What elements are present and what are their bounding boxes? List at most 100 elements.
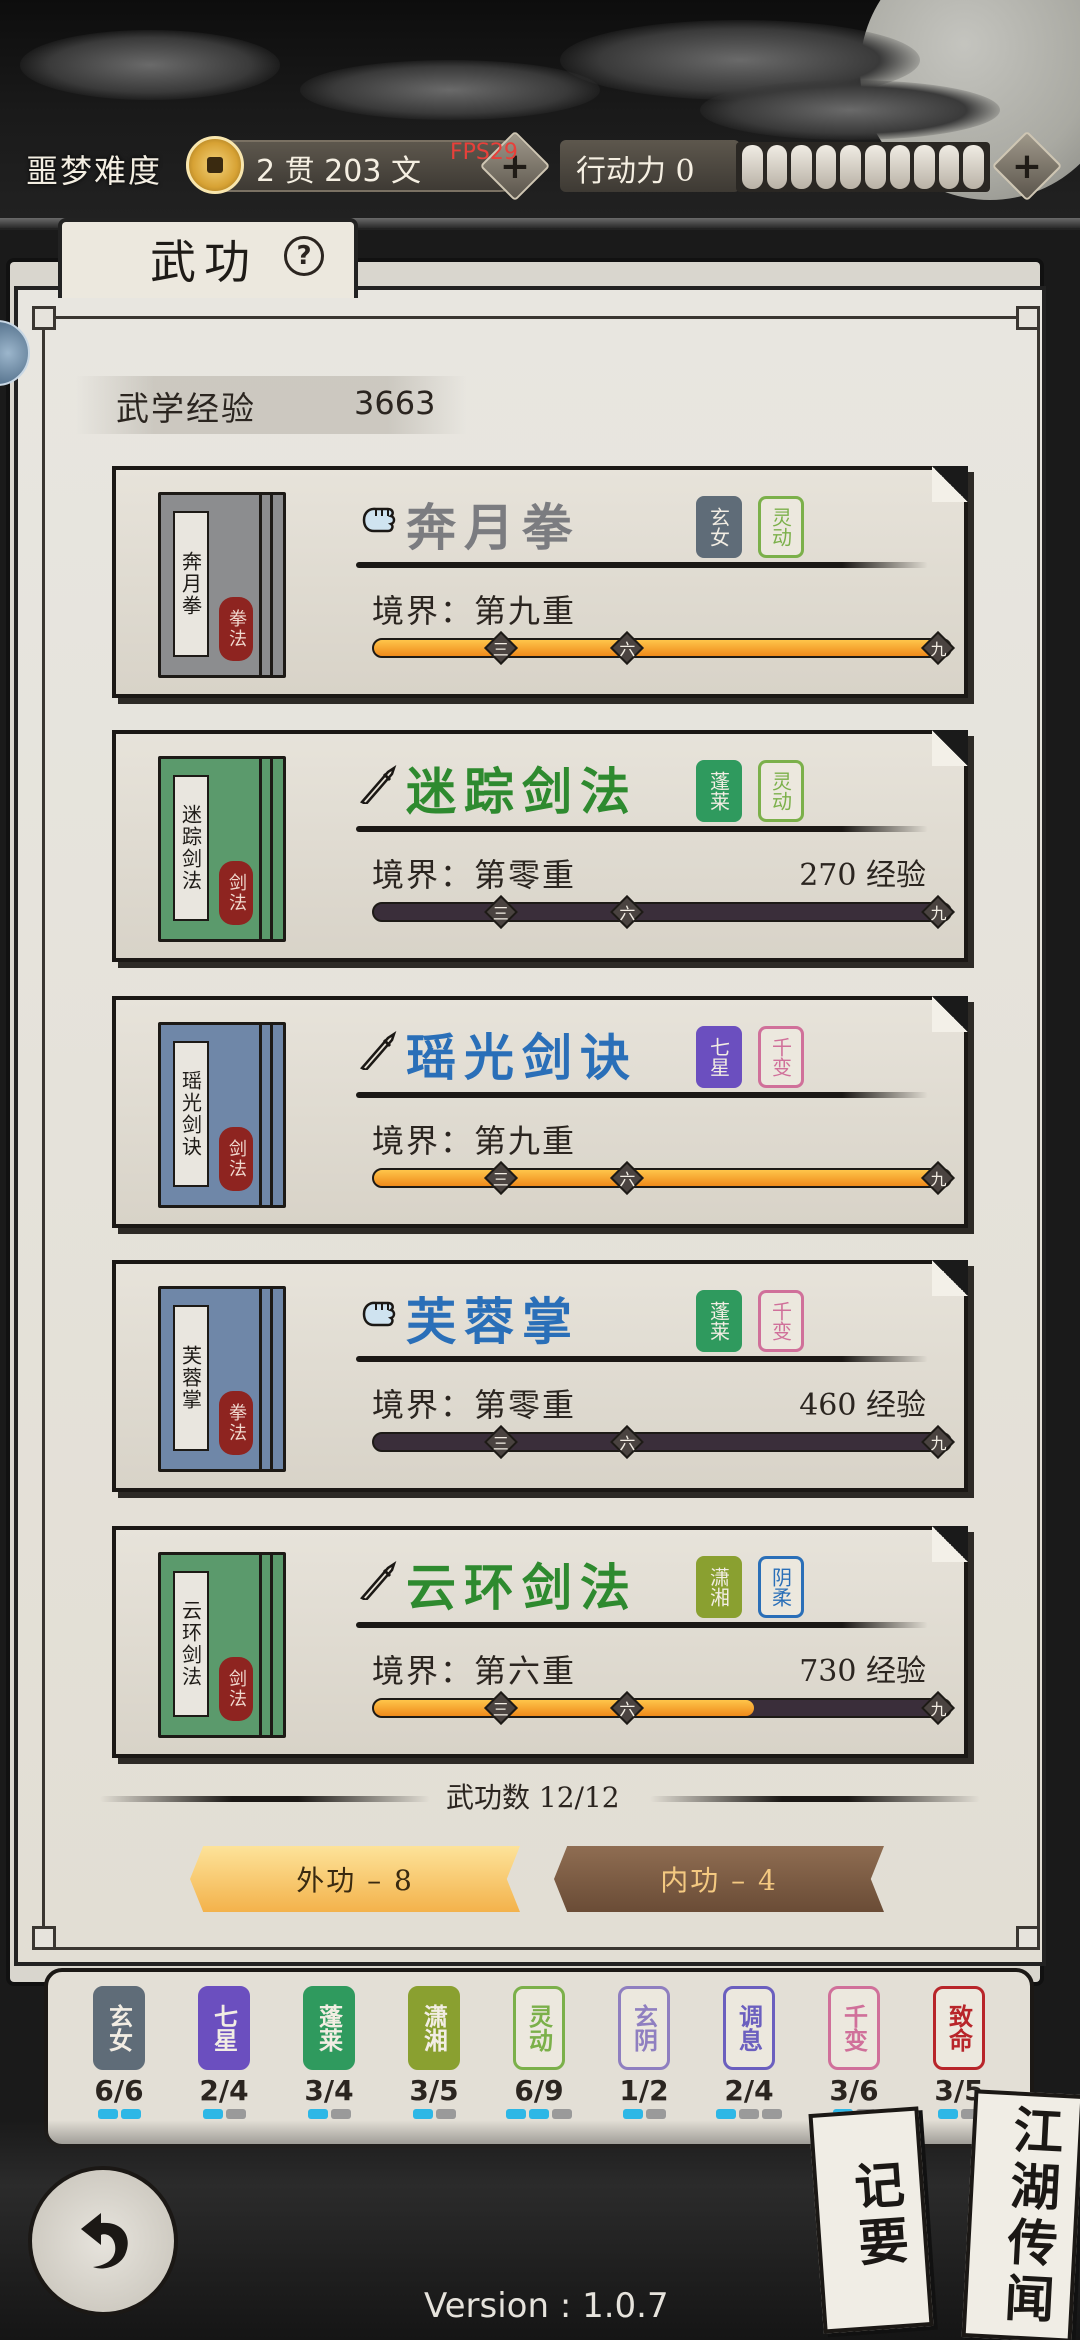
- trait-tag: 蓬莱: [696, 1290, 742, 1352]
- skill-name: 迷踪剑法: [406, 762, 638, 821]
- progress-fill: [374, 640, 950, 656]
- trait-icon: 致命: [933, 1986, 985, 2070]
- skill-count: 武功数 12/12: [446, 1781, 620, 1814]
- trait-dots: [179, 2109, 269, 2119]
- realm-level: 境界：第九重: [372, 1122, 577, 1160]
- trait-tag: 灵动: [758, 496, 804, 558]
- exp-required: 460 经验: [799, 1388, 926, 1423]
- trait-badge[interactable]: 灵动 6/9: [494, 1986, 584, 2136]
- sword-icon: [358, 1030, 398, 1072]
- skill-book-icon: 芙蓉掌 拳法: [158, 1286, 286, 1472]
- progress-marker: 九: [924, 634, 952, 662]
- book-title: 云环剑法: [178, 1600, 203, 1688]
- money-value: 2 贯 203 文: [256, 154, 421, 189]
- trait-dots: [599, 2109, 689, 2119]
- trait-badge[interactable]: 潇湘 3/5: [389, 1986, 479, 2136]
- trait-icon: 玄女: [93, 1986, 145, 2070]
- book-type-stamp: 剑法: [219, 861, 253, 925]
- progress-marker: 六: [613, 898, 641, 926]
- skill-name: 云环剑法: [406, 1558, 638, 1617]
- skill-book-icon: 迷踪剑法 剑法: [158, 756, 286, 942]
- progress-marker: 九: [924, 898, 952, 926]
- skill-card[interactable]: 奔月拳 拳法 奔月拳 玄女 灵动 境界：第九重 三六九: [112, 466, 968, 698]
- realm-progress-bar: 三六九: [372, 902, 952, 923]
- trait-badge[interactable]: 七星 2/4: [179, 1986, 269, 2136]
- skill-name: 瑶光剑诀: [406, 1028, 638, 1087]
- trait-icon: 七星: [198, 1986, 250, 2070]
- trait-badge[interactable]: 调息 2/4: [704, 1986, 794, 2136]
- trait-icon: 玄阴: [618, 1986, 670, 2070]
- skill-card[interactable]: 瑶光剑诀 剑法 瑶光剑诀 七星 千变 境界：第九重 三六九: [112, 996, 968, 1228]
- cloud-decoration: [300, 60, 600, 120]
- trait-tag: 灵动: [758, 760, 804, 822]
- trait-value: 1/2: [619, 2074, 669, 2107]
- skill-book-icon: 奔月拳 拳法: [158, 492, 286, 678]
- trait-value: 3/5: [409, 2074, 459, 2107]
- progress-marker: 九: [924, 1428, 952, 1456]
- notes-label: 记要: [844, 2157, 912, 2274]
- trait-tag: 玄女: [696, 496, 742, 558]
- help-icon[interactable]: ?: [284, 236, 324, 276]
- book-type-stamp: 拳法: [219, 597, 253, 661]
- sword-icon: [358, 764, 398, 806]
- book-title: 迷踪剑法: [178, 804, 203, 892]
- realm-progress-bar: 三六九: [372, 638, 952, 659]
- rumors-label: 江湖传闻: [995, 2103, 1066, 2330]
- skill-book-icon: 云环剑法 剑法: [158, 1552, 286, 1738]
- divider-line: [650, 1796, 980, 1802]
- skill-card[interactable]: 迷踪剑法 剑法 迷踪剑法 蓬莱 灵动 境界：第零重 270 经验 三六九: [112, 730, 968, 962]
- name-underline: [356, 1092, 928, 1098]
- tab-outer-skills[interactable]: 外功 – 8: [190, 1846, 520, 1912]
- skill-book-icon: 瑶光剑诀 剑法: [158, 1022, 286, 1208]
- progress-marker: 九: [924, 1694, 952, 1722]
- trait-icon: 潇湘: [408, 1986, 460, 2070]
- frame-corner: [1016, 1926, 1040, 1950]
- trait-tag: 千变: [758, 1026, 804, 1088]
- trait-tag: 蓬莱: [696, 760, 742, 822]
- frame-corner: [32, 306, 56, 330]
- trait-tag: 潇湘: [696, 1556, 742, 1618]
- trait-badge[interactable]: 玄女 6/6: [74, 1986, 164, 2136]
- skill-name: 芙蓉掌: [406, 1292, 580, 1351]
- name-underline: [356, 562, 928, 568]
- skill-card[interactable]: 云环剑法 剑法 云环剑法 潇湘 阴柔 境界：第六重 730 经验 三六九: [112, 1526, 968, 1758]
- skill-card[interactable]: 芙蓉掌 拳法 芙蓉掌 蓬莱 千变 境界：第零重 460 经验 三六九: [112, 1260, 968, 1492]
- progress-marker: 三: [487, 1694, 515, 1722]
- book-type-stamp: 剑法: [219, 1127, 253, 1191]
- page-title: 武功: [150, 235, 258, 289]
- trait-icon: 灵动: [513, 1986, 565, 2070]
- tab-inner-skills[interactable]: 内功 – 4: [554, 1846, 884, 1912]
- difficulty-label: 噩梦难度: [26, 152, 163, 190]
- exp-required: 730 经验: [799, 1654, 926, 1689]
- book-title: 芙蓉掌: [178, 1345, 203, 1411]
- progress-marker: 六: [613, 1694, 641, 1722]
- coin-icon: [186, 136, 244, 194]
- skill-name: 奔月拳: [406, 498, 580, 557]
- name-underline: [356, 826, 928, 832]
- fps-counter: FPS29: [450, 140, 518, 165]
- trait-icon: 蓬莱: [303, 1986, 355, 2070]
- realm-level: 境界：第六重: [372, 1652, 577, 1690]
- book-title: 瑶光剑诀: [178, 1070, 203, 1158]
- fist-icon: [358, 500, 398, 540]
- trait-value: 3/6: [829, 2074, 879, 2107]
- trait-icon: 调息: [723, 1986, 775, 2070]
- back-button[interactable]: [28, 2166, 178, 2316]
- add-action-points-button[interactable]: +: [991, 130, 1063, 202]
- frame-corner: [32, 1926, 56, 1950]
- trait-value: 2/4: [199, 2074, 249, 2107]
- notes-button[interactable]: 记要: [808, 2106, 934, 2334]
- realm-progress-bar: 三六九: [372, 1432, 952, 1453]
- trait-badge[interactable]: 蓬莱 3/4: [284, 1986, 374, 2136]
- divider-line: [100, 1796, 430, 1802]
- trait-badge[interactable]: 玄阴 1/2: [599, 1986, 689, 2136]
- progress-marker: 六: [613, 634, 641, 662]
- name-underline: [356, 1356, 928, 1362]
- progress-marker: 六: [613, 1428, 641, 1456]
- rumors-button[interactable]: 江湖传闻: [961, 2089, 1080, 2340]
- progress-fill: [374, 1700, 755, 1716]
- progress-marker: 三: [487, 1428, 515, 1456]
- action-points-bar: [736, 142, 990, 192]
- progress-marker: 三: [487, 634, 515, 662]
- progress-marker: 三: [487, 898, 515, 926]
